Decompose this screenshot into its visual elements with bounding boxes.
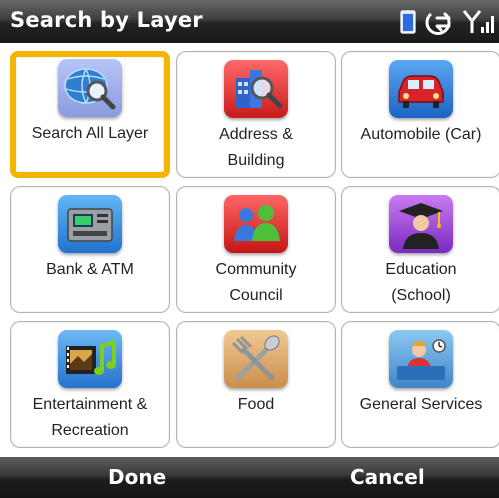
cancel-button[interactable]: Cancel bbox=[350, 465, 425, 489]
service-desk-icon bbox=[389, 330, 453, 388]
layer-grid: Search All Layer Address & Building Auto… bbox=[0, 43, 499, 457]
title-bar: Search by Layer bbox=[0, 0, 499, 43]
fork-spoon-icon bbox=[224, 330, 288, 388]
tile-label: Search All Layer bbox=[31, 125, 149, 142]
signal-icon bbox=[462, 10, 494, 33]
tile-bank-atm[interactable]: Bank & ATM bbox=[10, 186, 170, 313]
done-button[interactable]: Done bbox=[108, 465, 166, 489]
battery-icon bbox=[400, 10, 416, 34]
tile-label: Education (School) bbox=[385, 261, 457, 304]
atm-icon bbox=[58, 195, 122, 253]
page-title: Search by Layer bbox=[10, 8, 203, 32]
tile-label: Address & Building bbox=[219, 126, 293, 169]
tile-label: Automobile (Car) bbox=[360, 126, 482, 143]
building-search-icon bbox=[224, 60, 288, 118]
tile-general-services[interactable]: General Services bbox=[341, 321, 499, 448]
tile-address-building[interactable]: Address & Building bbox=[176, 51, 336, 178]
tile-food[interactable]: Food bbox=[176, 321, 336, 448]
tile-label: Food bbox=[237, 396, 275, 413]
tile-label: Entertainment & Recreation bbox=[32, 396, 148, 439]
connectivity-icon bbox=[425, 12, 451, 35]
globe-search-icon bbox=[58, 59, 122, 117]
community-icon bbox=[224, 195, 288, 253]
tile-education-school[interactable]: Education (School) bbox=[341, 186, 499, 313]
softkey-bar: Done Cancel bbox=[0, 457, 499, 498]
tile-entertainment-recreation[interactable]: Entertainment & Recreation bbox=[10, 321, 170, 448]
tile-automobile-car[interactable]: Automobile (Car) bbox=[341, 51, 499, 178]
tile-label: General Services bbox=[359, 396, 483, 413]
tile-community-council[interactable]: Community Council bbox=[176, 186, 336, 313]
tile-label: Community Council bbox=[215, 261, 297, 304]
car-icon bbox=[389, 60, 453, 118]
film-music-icon bbox=[58, 330, 122, 388]
tile-search-all-layer[interactable]: Search All Layer bbox=[10, 51, 170, 178]
tile-label: Bank & ATM bbox=[46, 261, 134, 278]
graduate-icon bbox=[389, 195, 453, 253]
